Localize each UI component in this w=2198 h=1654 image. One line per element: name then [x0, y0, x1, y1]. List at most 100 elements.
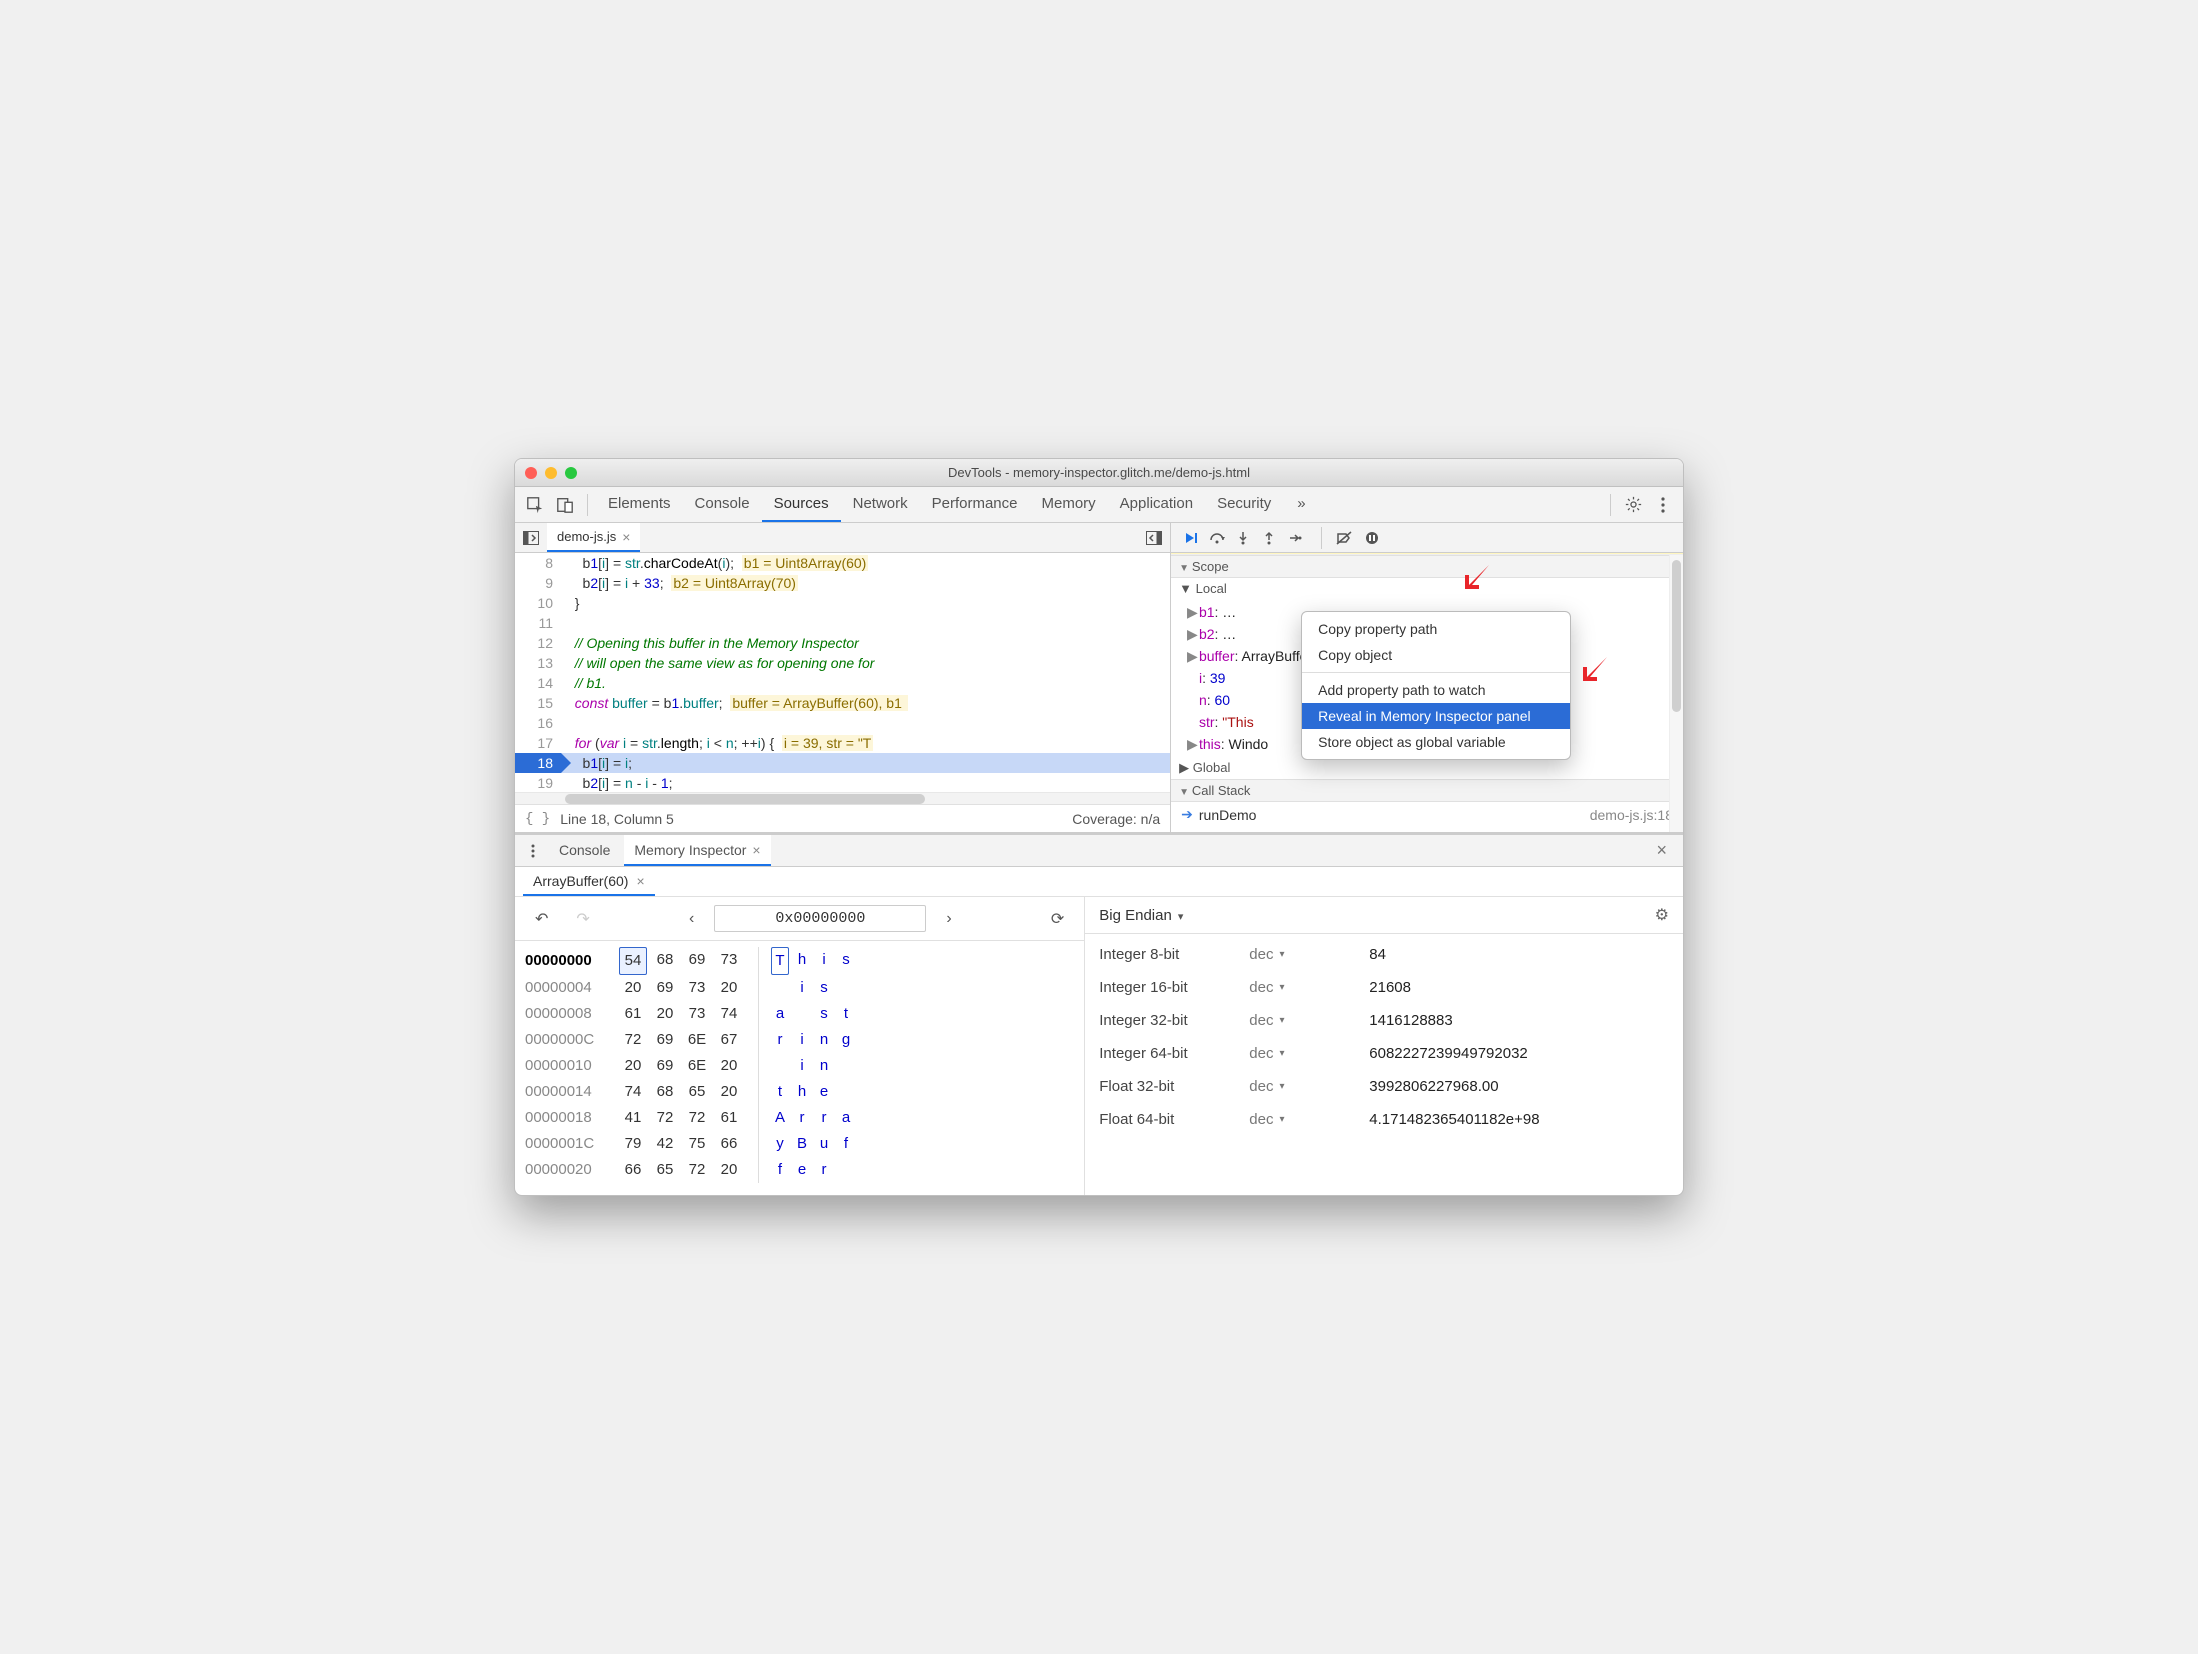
context-menu-item[interactable]: Reveal in Memory Inspector panel	[1302, 703, 1570, 729]
close-tab-icon[interactable]: ×	[636, 873, 644, 889]
history-back-icon[interactable]: ↶	[527, 909, 556, 929]
context-menu-item[interactable]: Store object as global variable	[1302, 729, 1570, 755]
interp-format-select[interactable]: dec ▾	[1249, 979, 1369, 996]
ascii-char[interactable]: r	[815, 1105, 833, 1131]
hex-byte[interactable]: 72	[619, 1027, 647, 1053]
tab-security[interactable]: Security	[1205, 487, 1283, 522]
horizontal-scrollbar[interactable]	[515, 792, 1170, 804]
drawer-kebab-icon[interactable]	[521, 839, 545, 863]
scope-section-header[interactable]: Scope	[1171, 555, 1683, 578]
hex-byte[interactable]: 68	[651, 1079, 679, 1105]
hex-byte[interactable]: 61	[619, 1001, 647, 1027]
ascii-char[interactable]: i	[793, 1053, 811, 1079]
more-tabs-icon[interactable]: »	[1285, 487, 1317, 522]
hex-byte[interactable]: 72	[683, 1105, 711, 1131]
tab-sources[interactable]: Sources	[762, 487, 841, 522]
code-editor[interactable]: 8 b1[i] = str.charCodeAt(i); b1 = Uint8A…	[515, 553, 1170, 792]
ascii-char[interactable]: r	[793, 1105, 811, 1131]
drawer-close-icon[interactable]: ×	[1646, 840, 1677, 861]
hex-byte[interactable]: 69	[683, 947, 711, 975]
hex-byte[interactable]: 41	[619, 1105, 647, 1131]
hex-byte[interactable]: 20	[651, 1001, 679, 1027]
code-line[interactable]: 16	[515, 713, 1170, 733]
code-line[interactable]: 14 // b1.	[515, 673, 1170, 693]
code-line[interactable]: 13 // will open the same view as for ope…	[515, 653, 1170, 673]
refresh-icon[interactable]: ⟳	[1043, 909, 1072, 929]
hex-byte[interactable]: 73	[715, 947, 743, 975]
hex-row[interactable]: 0000001474686520the.	[525, 1079, 1074, 1105]
interp-format-select[interactable]: dec ▾	[1249, 1111, 1369, 1128]
ascii-char[interactable]: .	[793, 1001, 811, 1027]
code-line[interactable]: 18 b1[i] = i;	[515, 753, 1170, 773]
hex-byte[interactable]: 73	[683, 975, 711, 1001]
device-toolbar-icon[interactable]	[551, 491, 579, 519]
scope-global-header[interactable]: Global	[1193, 760, 1231, 775]
call-frame-name[interactable]: runDemo	[1199, 807, 1257, 823]
ascii-char[interactable]: n	[815, 1053, 833, 1079]
hex-byte[interactable]: 72	[651, 1105, 679, 1131]
hex-byte[interactable]: 20	[715, 1079, 743, 1105]
ascii-char[interactable]: .	[837, 975, 855, 1001]
hex-byte[interactable]: 20	[715, 1157, 743, 1183]
endianness-select[interactable]: Big Endian▾	[1099, 907, 1183, 924]
ascii-char[interactable]: .	[837, 1157, 855, 1183]
call-stack-header[interactable]: Call Stack	[1171, 779, 1683, 802]
tab-application[interactable]: Application	[1108, 487, 1205, 522]
ascii-char[interactable]: f	[771, 1157, 789, 1183]
kebab-menu-icon[interactable]	[1649, 491, 1677, 519]
drawer-tab-memory-inspector[interactable]: Memory Inspector ×	[624, 835, 770, 866]
step-out-icon[interactable]	[1257, 526, 1281, 550]
interp-format-select[interactable]: dec ▾	[1249, 1012, 1369, 1029]
ascii-char[interactable]: r	[771, 1027, 789, 1053]
code-line[interactable]: 19 b2[i] = n - i - 1;	[515, 773, 1170, 792]
ascii-char[interactable]: A	[771, 1105, 789, 1131]
ascii-char[interactable]: a	[837, 1105, 855, 1131]
ascii-char[interactable]: e	[793, 1157, 811, 1183]
hex-row[interactable]: 0000001020696E20.in.	[525, 1053, 1074, 1079]
hex-row[interactable]: 0000000861207374a.st	[525, 1001, 1074, 1027]
hex-byte[interactable]: 20	[715, 1053, 743, 1079]
call-frame-location[interactable]: demo-js.js:18	[1590, 807, 1673, 823]
ascii-char[interactable]: y	[771, 1131, 789, 1157]
code-line[interactable]: 10 }	[515, 593, 1170, 613]
address-input[interactable]	[714, 905, 926, 932]
ascii-char[interactable]: s	[815, 1001, 833, 1027]
step-into-icon[interactable]	[1231, 526, 1255, 550]
tab-performance[interactable]: Performance	[920, 487, 1030, 522]
hex-byte[interactable]: 6E	[683, 1053, 711, 1079]
memory-buffer-tab[interactable]: ArrayBuffer(60) ×	[523, 867, 655, 896]
ascii-char[interactable]: f	[837, 1131, 855, 1157]
scope-local-header[interactable]: Local	[1196, 581, 1227, 596]
ascii-char[interactable]: .	[837, 1079, 855, 1105]
hex-row[interactable]: 0000001C79427566yBuf	[525, 1131, 1074, 1157]
code-line[interactable]: 17 for (var i = str.length; i < n; ++i) …	[515, 733, 1170, 753]
ascii-char[interactable]: e	[815, 1079, 833, 1105]
code-line[interactable]: 12 // Opening this buffer in the Memory …	[515, 633, 1170, 653]
navigator-toggle-icon[interactable]	[519, 526, 543, 550]
hex-byte[interactable]: 67	[715, 1027, 743, 1053]
ascii-char[interactable]: r	[815, 1157, 833, 1183]
context-menu-item[interactable]: Copy object	[1302, 642, 1570, 668]
tab-network[interactable]: Network	[841, 487, 920, 522]
tab-memory[interactable]: Memory	[1030, 487, 1108, 522]
hex-row[interactable]: 0000000054686973This	[525, 947, 1074, 975]
hex-row[interactable]: 0000000C72696E67ring	[525, 1027, 1074, 1053]
hex-byte[interactable]: 74	[715, 1001, 743, 1027]
ascii-char[interactable]: g	[837, 1027, 855, 1053]
ascii-char[interactable]: s	[837, 947, 855, 975]
hex-byte[interactable]: 72	[683, 1157, 711, 1183]
hex-byte[interactable]: 74	[619, 1079, 647, 1105]
ascii-char[interactable]: s	[815, 975, 833, 1001]
hex-byte[interactable]: 42	[651, 1131, 679, 1157]
context-menu-item[interactable]: Copy property path	[1302, 616, 1570, 642]
context-menu-item[interactable]: Add property path to watch	[1302, 677, 1570, 703]
pretty-print-icon[interactable]: { }	[525, 811, 550, 827]
ascii-char[interactable]: i	[815, 947, 833, 975]
hex-row[interactable]: 0000002066657220fer.	[525, 1157, 1074, 1183]
hex-byte[interactable]: 69	[651, 1053, 679, 1079]
pause-on-exceptions-icon[interactable]	[1360, 526, 1384, 550]
hex-byte[interactable]: 65	[683, 1079, 711, 1105]
hex-byte[interactable]: 20	[619, 975, 647, 1001]
close-tab-icon[interactable]: ×	[752, 842, 760, 858]
ascii-char[interactable]: h	[793, 947, 811, 975]
